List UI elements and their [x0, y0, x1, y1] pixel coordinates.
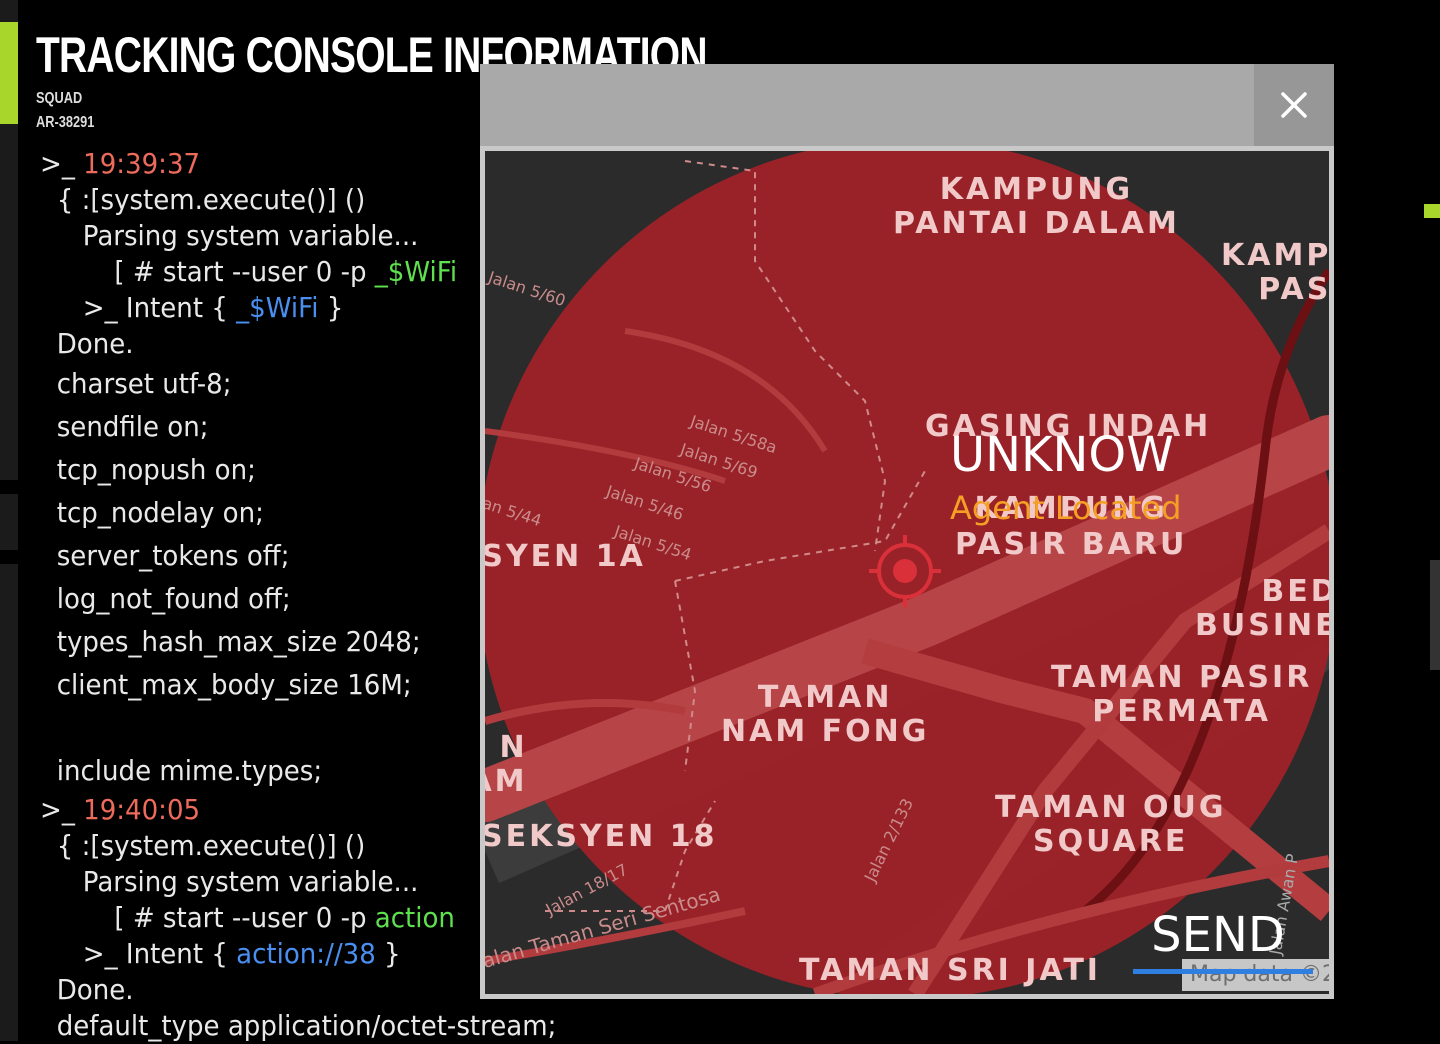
left-edge-notch	[0, 550, 18, 564]
close-button[interactable]	[1254, 64, 1334, 146]
right-accent-mark	[1424, 204, 1440, 218]
send-button[interactable]: SEND	[1145, 907, 1291, 963]
squad-label: SQUAD	[36, 90, 83, 107]
map-area-label: TAMAN NAM FONG	[721, 680, 930, 749]
intent-value: action://38	[236, 937, 376, 970]
map-area-label: SEKSYEN 1A	[485, 539, 646, 574]
modal-header	[480, 64, 1334, 146]
map-area-label: TAMAN OUG SQUARE	[995, 790, 1227, 859]
map-area-label: BED BUSINE	[1195, 574, 1329, 643]
start-argument: action	[374, 901, 455, 934]
send-underline	[1133, 969, 1313, 974]
start-argument: _$WiFi	[374, 255, 458, 288]
left-edge-bar	[0, 0, 18, 1041]
start-command: [ # start --user 0 -p	[114, 255, 375, 288]
close-icon	[1281, 92, 1307, 118]
config-line: default_type application/octet-stream;	[56, 1009, 557, 1042]
start-command: [ # start --user 0 -p	[114, 901, 375, 934]
map-attribution: Map data ©2	[1182, 959, 1329, 991]
agent-status-subtitle: Agent Located	[950, 489, 1182, 527]
map-area-label: TAMAN SRI JATI	[799, 953, 1101, 988]
agent-status-title: UNKNOW	[950, 427, 1174, 483]
agent-id: AR-38291	[36, 114, 95, 131]
location-modal: KAMPUNG PANTAI DALAM KAMP PAS GASING IND…	[480, 64, 1334, 999]
timestamp: 19:39:37	[83, 147, 201, 180]
map-area-label: SEKSYEN 18	[485, 819, 718, 854]
left-accent-bar	[0, 22, 18, 124]
prompt-symbol: >_	[40, 147, 75, 180]
right-edge-handle	[1430, 560, 1440, 670]
intent-prefix: >_ Intent {	[82, 291, 237, 324]
intent-suffix: }	[375, 937, 401, 970]
left-edge-notch	[0, 480, 18, 494]
intent-prefix: >_ Intent {	[82, 937, 237, 970]
map-area-label: N URAM	[485, 730, 528, 799]
map-view[interactable]: KAMPUNG PANTAI DALAM KAMP PAS GASING IND…	[485, 151, 1329, 994]
intent-value: _$WiFi	[236, 291, 319, 324]
map-area-label: KAMP PAS	[1221, 238, 1329, 307]
prompt-symbol: >_	[40, 793, 75, 826]
timestamp: 19:40:05	[83, 793, 201, 826]
intent-suffix: }	[318, 291, 344, 324]
map-area-label: KAMPUNG PANTAI DALAM	[893, 172, 1180, 241]
map-area-label: TAMAN PASIR PERMATA	[1051, 660, 1313, 729]
